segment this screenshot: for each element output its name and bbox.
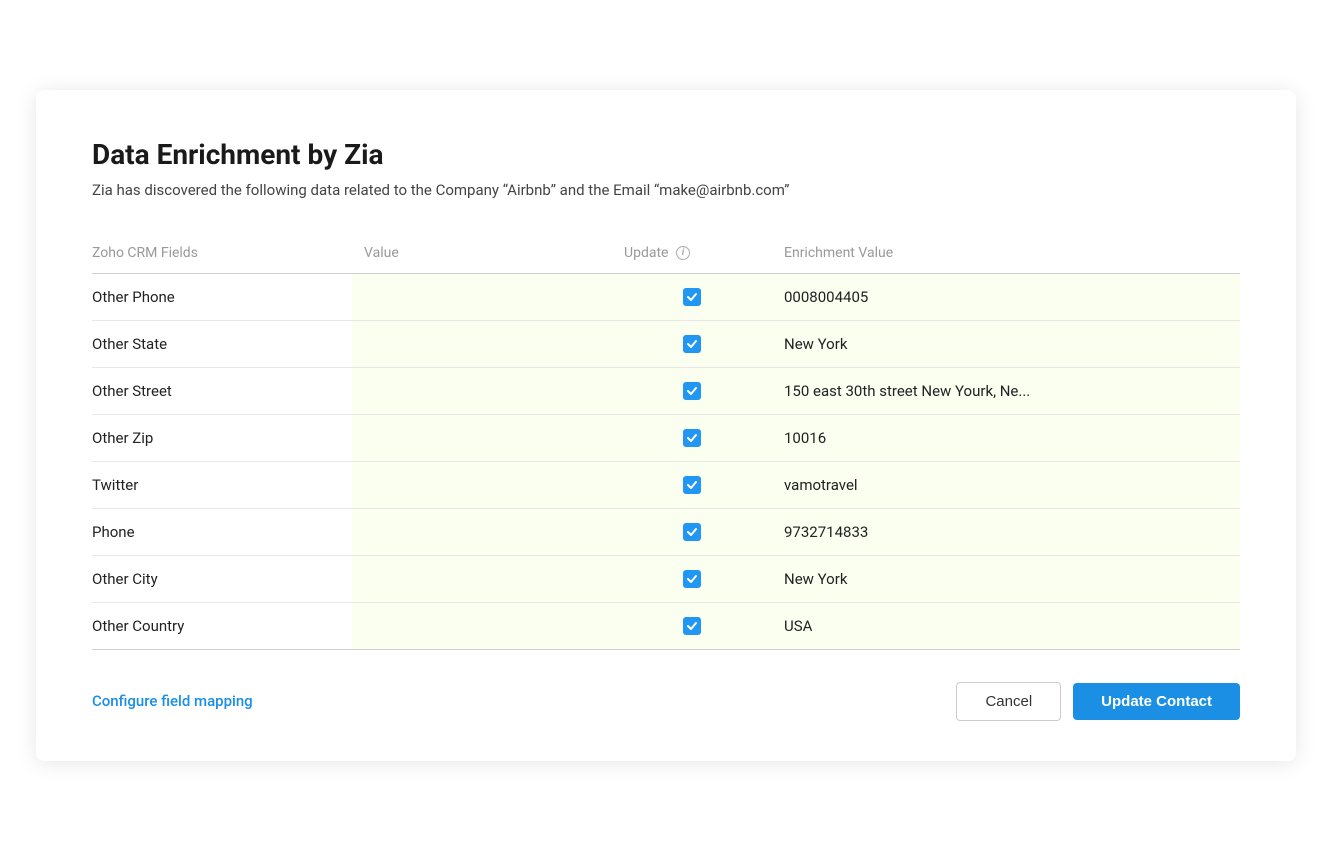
header-update: Update i [612, 235, 772, 274]
update-contact-button[interactable]: Update Contact [1073, 683, 1240, 720]
update-cell[interactable] [612, 555, 772, 602]
crm-field-cell: Other City [92, 555, 352, 602]
footer-buttons: Cancel Update Contact [956, 682, 1240, 721]
update-checkbox[interactable] [683, 335, 701, 353]
crm-field-cell: Other Street [92, 367, 352, 414]
modal-title: Data Enrichment by Zia [92, 138, 1240, 171]
footer: Configure field mapping Cancel Update Co… [92, 682, 1240, 721]
update-checkbox[interactable] [683, 570, 701, 588]
header-enrichment-value: Enrichment Value [772, 235, 1240, 274]
update-checkbox[interactable] [683, 476, 701, 494]
enrichment-value-cell: New York [772, 555, 1240, 602]
update-cell[interactable] [612, 602, 772, 649]
table-row: Other Country USA [92, 602, 1240, 649]
update-cell[interactable] [612, 320, 772, 367]
table-row: Other Phone 0008004405 [92, 273, 1240, 320]
configure-field-mapping-link[interactable]: Configure field mapping [92, 692, 253, 710]
header-crm-fields: Zoho CRM Fields [92, 235, 352, 274]
cancel-button[interactable]: Cancel [956, 682, 1061, 721]
table-row: Other State New York [92, 320, 1240, 367]
crm-field-cell: Other Zip [92, 414, 352, 461]
value-cell [352, 367, 612, 414]
enrichment-value-cell: 10016 [772, 414, 1240, 461]
table-body: Other Phone 0008004405 Other State [92, 273, 1240, 649]
crm-field-cell: Other Country [92, 602, 352, 649]
header-value: Value [352, 235, 612, 274]
table-row: Other Zip 10016 [92, 414, 1240, 461]
modal-subtitle: Zia has discovered the following data re… [92, 181, 1240, 199]
enrichment-value-cell: 150 east 30th street New Yourk, Ne... [772, 367, 1240, 414]
value-cell [352, 273, 612, 320]
update-checkbox[interactable] [683, 382, 701, 400]
enrichment-value-cell: New York [772, 320, 1240, 367]
update-cell[interactable] [612, 273, 772, 320]
value-cell [352, 414, 612, 461]
table-row: Twitter vamotravel [92, 461, 1240, 508]
update-checkbox[interactable] [683, 288, 701, 306]
update-cell[interactable] [612, 414, 772, 461]
info-icon: i [676, 246, 690, 260]
value-cell [352, 555, 612, 602]
update-cell[interactable] [612, 367, 772, 414]
value-cell [352, 320, 612, 367]
table-row: Other City New York [92, 555, 1240, 602]
update-checkbox[interactable] [683, 429, 701, 447]
table-row: Other Street 150 east 30th street New Yo… [92, 367, 1240, 414]
crm-field-cell: Twitter [92, 461, 352, 508]
crm-field-cell: Other State [92, 320, 352, 367]
enrichment-table: Zoho CRM Fields Value Update i Enrichmen… [92, 235, 1240, 650]
enrichment-value-cell: USA [772, 602, 1240, 649]
update-cell[interactable] [612, 508, 772, 555]
table-header-row: Zoho CRM Fields Value Update i Enrichmen… [92, 235, 1240, 274]
crm-field-cell: Other Phone [92, 273, 352, 320]
update-checkbox[interactable] [683, 523, 701, 541]
value-cell [352, 602, 612, 649]
enrichment-value-cell: vamotravel [772, 461, 1240, 508]
update-cell[interactable] [612, 461, 772, 508]
value-cell [352, 508, 612, 555]
value-cell [352, 461, 612, 508]
crm-field-cell: Phone [92, 508, 352, 555]
modal-container: Data Enrichment by Zia Zia has discovere… [36, 90, 1296, 761]
enrichment-value-cell: 0008004405 [772, 273, 1240, 320]
update-checkbox[interactable] [683, 617, 701, 635]
enrichment-value-cell: 9732714833 [772, 508, 1240, 555]
table-row: Phone 9732714833 [92, 508, 1240, 555]
